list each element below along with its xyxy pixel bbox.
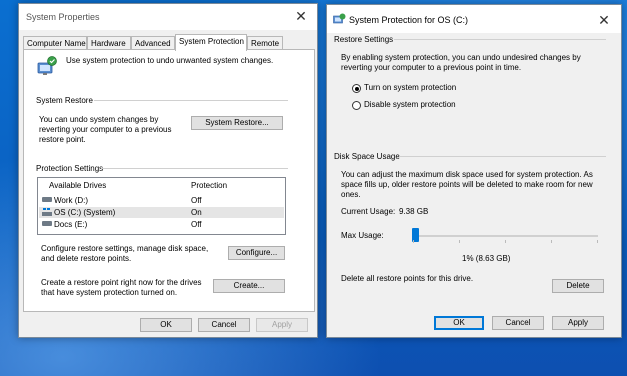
configure-button[interactable]: Configure...	[228, 246, 285, 260]
system-protection-icon	[333, 13, 346, 24]
current-usage-label: Current Usage:	[341, 207, 396, 216]
column-header-drives: Available Drives	[49, 181, 107, 190]
restore-settings-group-label: Restore Settings	[334, 35, 394, 44]
drive-name: OS (C:) (System)	[54, 208, 116, 217]
intro-text: Use system protection to undo unwanted s…	[66, 56, 274, 65]
drive-icon	[42, 197, 52, 202]
delete-button[interactable]: Delete	[552, 279, 604, 293]
slider-tick	[413, 240, 414, 243]
restore-settings-description: By enabling system protection, you can u…	[341, 53, 581, 72]
configure-description: Configure restore settings, manage disk …	[41, 244, 209, 263]
title-bar: System Protection for OS (C:) ✕	[327, 5, 621, 33]
group-divider	[394, 39, 606, 40]
apply-button[interactable]: Apply	[552, 316, 604, 330]
drive-icon	[42, 221, 52, 226]
slider-tick	[459, 240, 460, 243]
drive-protection: On	[191, 208, 202, 217]
disable-protection-radio[interactable]	[352, 101, 361, 110]
delete-description: Delete all restore points for this drive…	[341, 274, 474, 283]
dialog-title: System Protection for OS (C:)	[349, 15, 469, 25]
windows-drive-icon	[42, 208, 52, 216]
max-usage-slider-track[interactable]	[412, 235, 598, 237]
disable-protection-label[interactable]: Disable system protection	[364, 100, 456, 110]
column-header-protection: Protection	[191, 181, 228, 190]
current-usage-value: 9.38 GB	[399, 207, 429, 216]
max-usage-value: 1% (8.63 GB)	[462, 254, 511, 263]
drive-name: Work (D:)	[54, 196, 89, 205]
ok-button[interactable]: OK	[434, 316, 484, 330]
group-divider	[94, 100, 288, 101]
table-row[interactable]: OS (C:) (System) On	[39, 207, 284, 218]
create-description: Create a restore point right now for the…	[41, 278, 202, 297]
drive-name: Docs (E:)	[54, 220, 88, 229]
group-divider	[101, 168, 288, 169]
cancel-button[interactable]: Cancel	[492, 316, 544, 330]
system-restore-button[interactable]: System Restore...	[191, 116, 283, 130]
turn-on-protection-radio[interactable]	[352, 84, 361, 93]
ok-button[interactable]: OK	[140, 318, 192, 332]
close-icon[interactable]: ✕	[596, 12, 612, 28]
table-row[interactable]: Work (D:) Off	[39, 195, 284, 206]
slider-tick	[505, 240, 506, 243]
apply-button[interactable]: Apply	[256, 318, 308, 332]
list-header: Available Drives Protection	[39, 180, 284, 191]
system-protection-icon	[37, 56, 57, 75]
max-usage-label: Max Usage:	[341, 231, 384, 240]
tab-advanced[interactable]: Advanced	[131, 36, 175, 50]
tab-system-protection[interactable]: System Protection	[175, 34, 247, 51]
system-restore-group-label: System Restore	[36, 96, 93, 105]
drive-protection: Off	[191, 220, 202, 229]
slider-tick	[597, 240, 598, 243]
disk-space-usage-group-label: Disk Space Usage	[334, 152, 400, 161]
title-bar: System Properties ✕	[19, 4, 317, 30]
close-icon[interactable]: ✕	[293, 8, 309, 24]
restore-description: You can undo system changes by reverting…	[39, 115, 172, 144]
drives-list[interactable]: Available Drives Protection Work (D:) Of…	[37, 177, 286, 235]
tab-computer-name[interactable]: Computer Name	[23, 36, 87, 50]
tab-hardware[interactable]: Hardware	[87, 36, 131, 50]
window-title: System Properties	[26, 12, 100, 22]
tab-remote[interactable]: Remote	[247, 36, 283, 50]
table-row[interactable]: Docs (E:) Off	[39, 219, 284, 230]
turn-on-protection-label[interactable]: Turn on system protection	[364, 83, 456, 93]
create-button[interactable]: Create...	[213, 279, 285, 293]
slider-tick	[551, 240, 552, 243]
cancel-button[interactable]: Cancel	[198, 318, 250, 332]
disk-usage-description: You can adjust the maximum disk space us…	[341, 170, 593, 199]
drive-protection: Off	[191, 196, 202, 205]
group-divider	[399, 156, 606, 157]
protection-settings-group-label: Protection Settings	[36, 164, 104, 173]
